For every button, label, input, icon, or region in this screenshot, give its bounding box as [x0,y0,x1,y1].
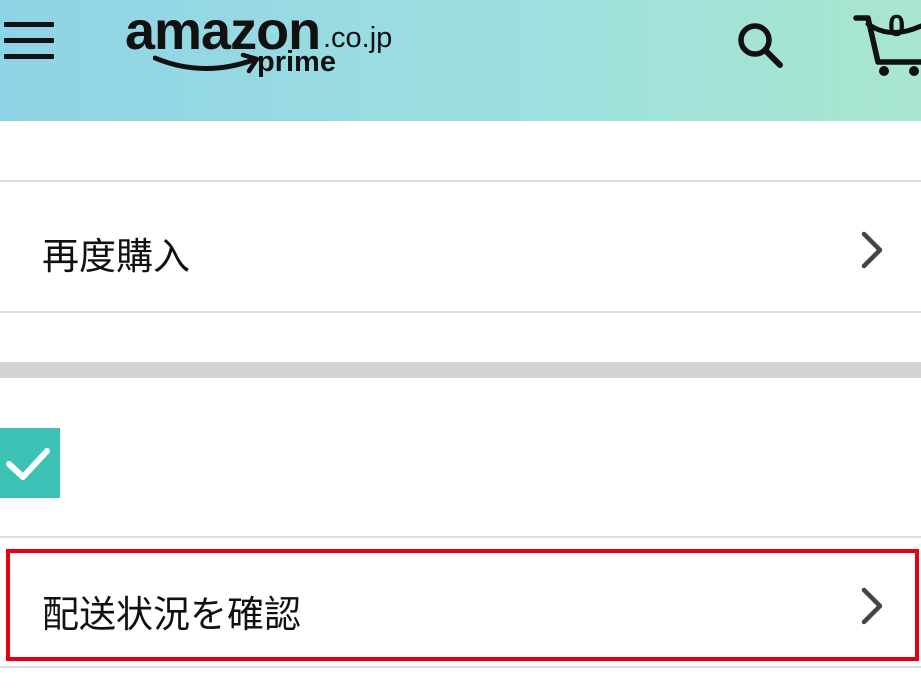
hamburger-menu-icon[interactable] [4,18,56,62]
amazon-prime-logo[interactable]: amazon .co.jp prime [123,0,413,90]
divider [0,666,921,668]
cart-count-badge: 0 [888,8,906,43]
chevron-right-icon [861,587,883,625]
search-icon[interactable] [733,18,785,70]
buy-again-label: 再度購入 [42,235,190,278]
section-separator [0,362,921,378]
smile-arrow-icon [153,52,260,74]
divider [0,311,921,313]
logo-prime: prime [257,46,336,78]
checkmark-icon [6,448,50,480]
track-package-label: 配送状況を確認 [42,593,301,636]
app-header: amazon .co.jp prime 0 [0,0,921,121]
cart-icon [853,15,921,76]
cart-button[interactable]: 0 [850,0,921,90]
checkbox[interactable] [0,428,60,498]
chevron-right-icon [861,231,883,269]
track-package-row[interactable]: 配送状況を確認 [0,538,921,666]
buy-again-row[interactable]: 再度購入 [0,182,921,311]
